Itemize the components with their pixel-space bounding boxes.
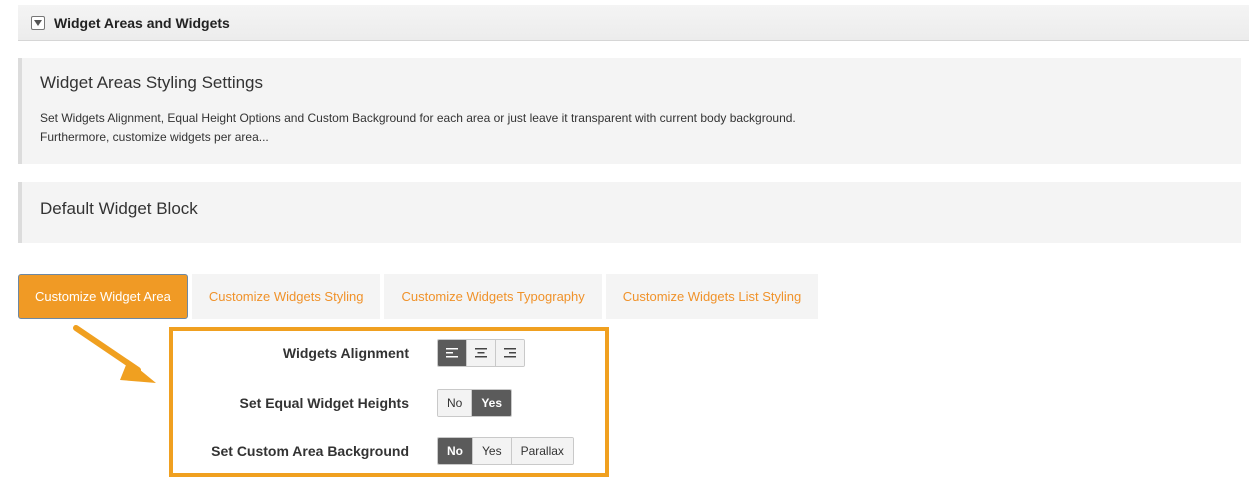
pointer-arrow-icon bbox=[73, 325, 156, 383]
setting-row-alignment: Widgets Alignment bbox=[173, 339, 605, 367]
setting-label: Widgets Alignment bbox=[282, 345, 409, 361]
equal-heights-yes-button[interactable]: Yes bbox=[471, 390, 512, 416]
info-panel-default-widget-block: Default Widget Block bbox=[18, 182, 1241, 243]
equal-heights-no-button[interactable]: No bbox=[438, 390, 472, 416]
align-right-icon[interactable] bbox=[495, 340, 524, 366]
align-center-icon[interactable] bbox=[466, 340, 495, 366]
tab-customize-widgets-typography[interactable]: Customize Widgets Typography bbox=[384, 274, 602, 319]
panel-description-line: Furthermore, customize widgets per area.… bbox=[40, 130, 269, 144]
settings-highlight-box: Widgets Alignment Set Equal Widget Heigh… bbox=[169, 327, 609, 477]
equal-heights-button-group: No Yes bbox=[437, 389, 513, 417]
section-title: Widget Areas and Widgets bbox=[54, 14, 230, 31]
align-left-icon[interactable] bbox=[438, 340, 466, 366]
custom-background-button-group: No Yes Parallax bbox=[437, 437, 574, 465]
alignment-button-group bbox=[437, 339, 525, 367]
tab-customize-widgets-list-styling[interactable]: Customize Widgets List Styling bbox=[605, 274, 819, 319]
tab-customize-widget-area[interactable]: Customize Widget Area bbox=[18, 274, 188, 319]
setting-row-custom-background: Set Custom Area Background No Yes Parall… bbox=[173, 437, 605, 465]
collapse-triangle-icon[interactable] bbox=[31, 15, 45, 30]
panel-title: Widget Areas Styling Settings bbox=[40, 73, 264, 92]
panel-description: Set Widgets Alignment, Equal Height Opti… bbox=[40, 109, 796, 147]
panel-description-line: Set Widgets Alignment, Equal Height Opti… bbox=[40, 111, 796, 125]
setting-row-equal-heights: Set Equal Widget Heights No Yes bbox=[173, 389, 605, 417]
custom-background-parallax-button[interactable]: Parallax bbox=[510, 438, 573, 464]
setting-label: Set Custom Area Background bbox=[211, 443, 409, 459]
info-panel-styling-settings: Widget Areas Styling Settings Set Widget… bbox=[18, 58, 1241, 164]
custom-background-no-button[interactable]: No bbox=[438, 438, 472, 464]
panel-title: Default Widget Block bbox=[40, 199, 198, 218]
setting-label: Set Equal Widget Heights bbox=[239, 395, 409, 411]
section-header[interactable]: Widget Areas and Widgets bbox=[18, 5, 1249, 41]
custom-background-yes-button[interactable]: Yes bbox=[472, 438, 511, 464]
tab-customize-widgets-styling[interactable]: Customize Widgets Styling bbox=[191, 274, 381, 319]
tab-bar: Customize Widget Area Customize Widgets … bbox=[18, 274, 822, 319]
